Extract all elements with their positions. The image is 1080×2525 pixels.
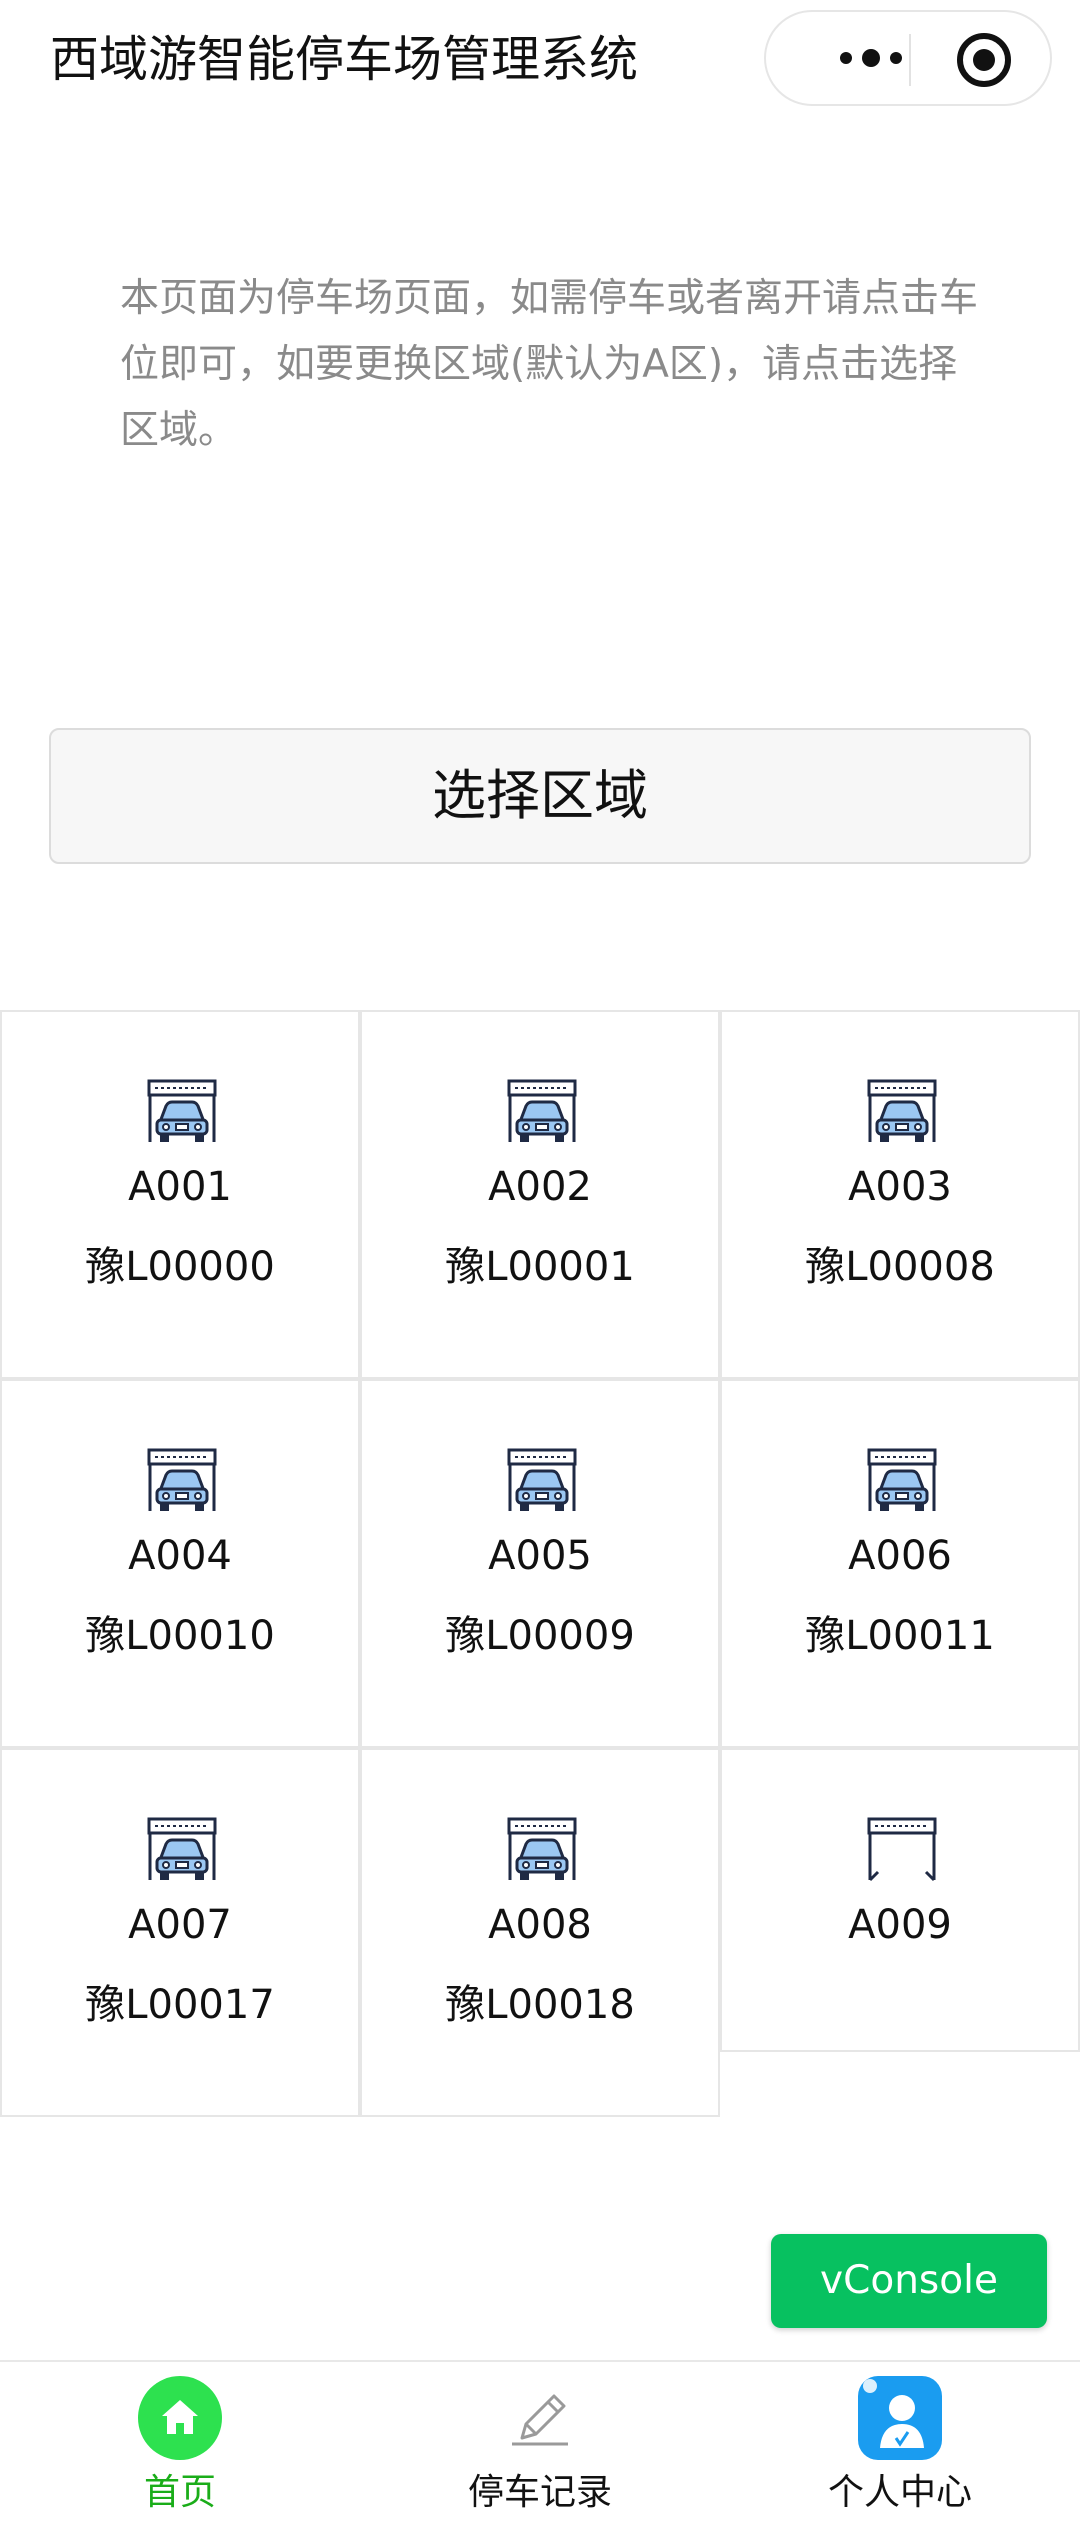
page-title: 西域游智能停车场管理系统 [50, 31, 639, 88]
occupied-garage-icon [507, 1448, 577, 1511]
parking-spot-a008[interactable]: A008 豫L00018 [360, 1748, 720, 2117]
navigation-bar: 西域游智能停车场管理系统 [0, 0, 1080, 125]
spot-code: A006 [848, 1533, 952, 1579]
empty-garage-icon [867, 1817, 937, 1882]
spot-code: A002 [488, 1164, 592, 1210]
parking-spot-a002[interactable]: A002 豫L00001 [360, 1010, 720, 1379]
spot-code: A005 [488, 1533, 592, 1579]
occupied-garage-icon [507, 1079, 577, 1142]
parking-spot-a005[interactable]: A005 豫L00009 [360, 1379, 720, 1748]
pencil-icon [512, 2394, 568, 2446]
intro-text: 本页面为停车场页面，如需停车或者离开请点击车位即可，如要更换区域(默认为A区)，… [120, 276, 979, 453]
parking-spot-a003[interactable]: A003 豫L00008 [720, 1010, 1080, 1379]
spot-plate: 豫L00018 [445, 1982, 635, 2028]
occupied-garage-icon [147, 1448, 217, 1511]
target-circle-icon[interactable] [956, 32, 1012, 88]
mini-program-capsule [764, 10, 1052, 106]
spot-plate: 豫L00008 [805, 1244, 995, 1290]
parking-spot-a001[interactable]: A001 豫L00000 [0, 1010, 360, 1379]
spot-plate: 豫L00000 [85, 1244, 275, 1290]
spot-plate: 豫L00011 [805, 1613, 995, 1659]
spot-plate: 豫L00009 [445, 1613, 635, 1659]
more-dots-icon[interactable] [836, 40, 906, 76]
spot-code: A004 [128, 1533, 232, 1579]
spot-plate: 豫L00001 [445, 1244, 635, 1290]
spot-plate: 豫L00017 [85, 1982, 275, 2028]
tab-label: 停车记录 [467, 2472, 612, 2513]
spot-code: A007 [128, 1902, 232, 1948]
spot-code: A009 [848, 1902, 952, 1948]
tab-parking-records[interactable]: 停车记录 [360, 2362, 720, 2525]
spot-plate: 豫L00010 [85, 1613, 275, 1659]
home-icon [138, 2376, 222, 2460]
parking-spot-a004[interactable]: A004 豫L00010 [0, 1379, 360, 1748]
capsule-divider [909, 34, 911, 86]
occupied-garage-icon [867, 1448, 937, 1511]
occupied-garage-icon [147, 1079, 217, 1142]
occupied-garage-icon [867, 1079, 937, 1142]
tab-bar: 首页 停车记录 个人中心 [0, 2360, 1080, 2523]
spot-code: A008 [488, 1902, 592, 1948]
select-area-button[interactable]: 选择区域 [49, 728, 1031, 864]
parking-spot-a006[interactable]: A006 豫L00011 [720, 1379, 1080, 1748]
user-avatar-icon [858, 2376, 942, 2460]
spot-code: A001 [128, 1164, 232, 1210]
parking-spot-a007[interactable]: A007 豫L00017 [0, 1748, 360, 2117]
tab-label: 个人中心 [827, 2472, 972, 2513]
tab-home[interactable]: 首页 [0, 2362, 360, 2525]
occupied-garage-icon [147, 1817, 217, 1880]
vconsole-button[interactable]: vConsole [771, 2234, 1047, 2328]
spot-code: A003 [848, 1164, 952, 1210]
parking-spot-a009[interactable]: A009 [720, 1748, 1080, 2052]
tab-profile[interactable]: 个人中心 [720, 2362, 1080, 2525]
tab-label: 首页 [143, 2472, 216, 2513]
occupied-garage-icon [507, 1817, 577, 1880]
